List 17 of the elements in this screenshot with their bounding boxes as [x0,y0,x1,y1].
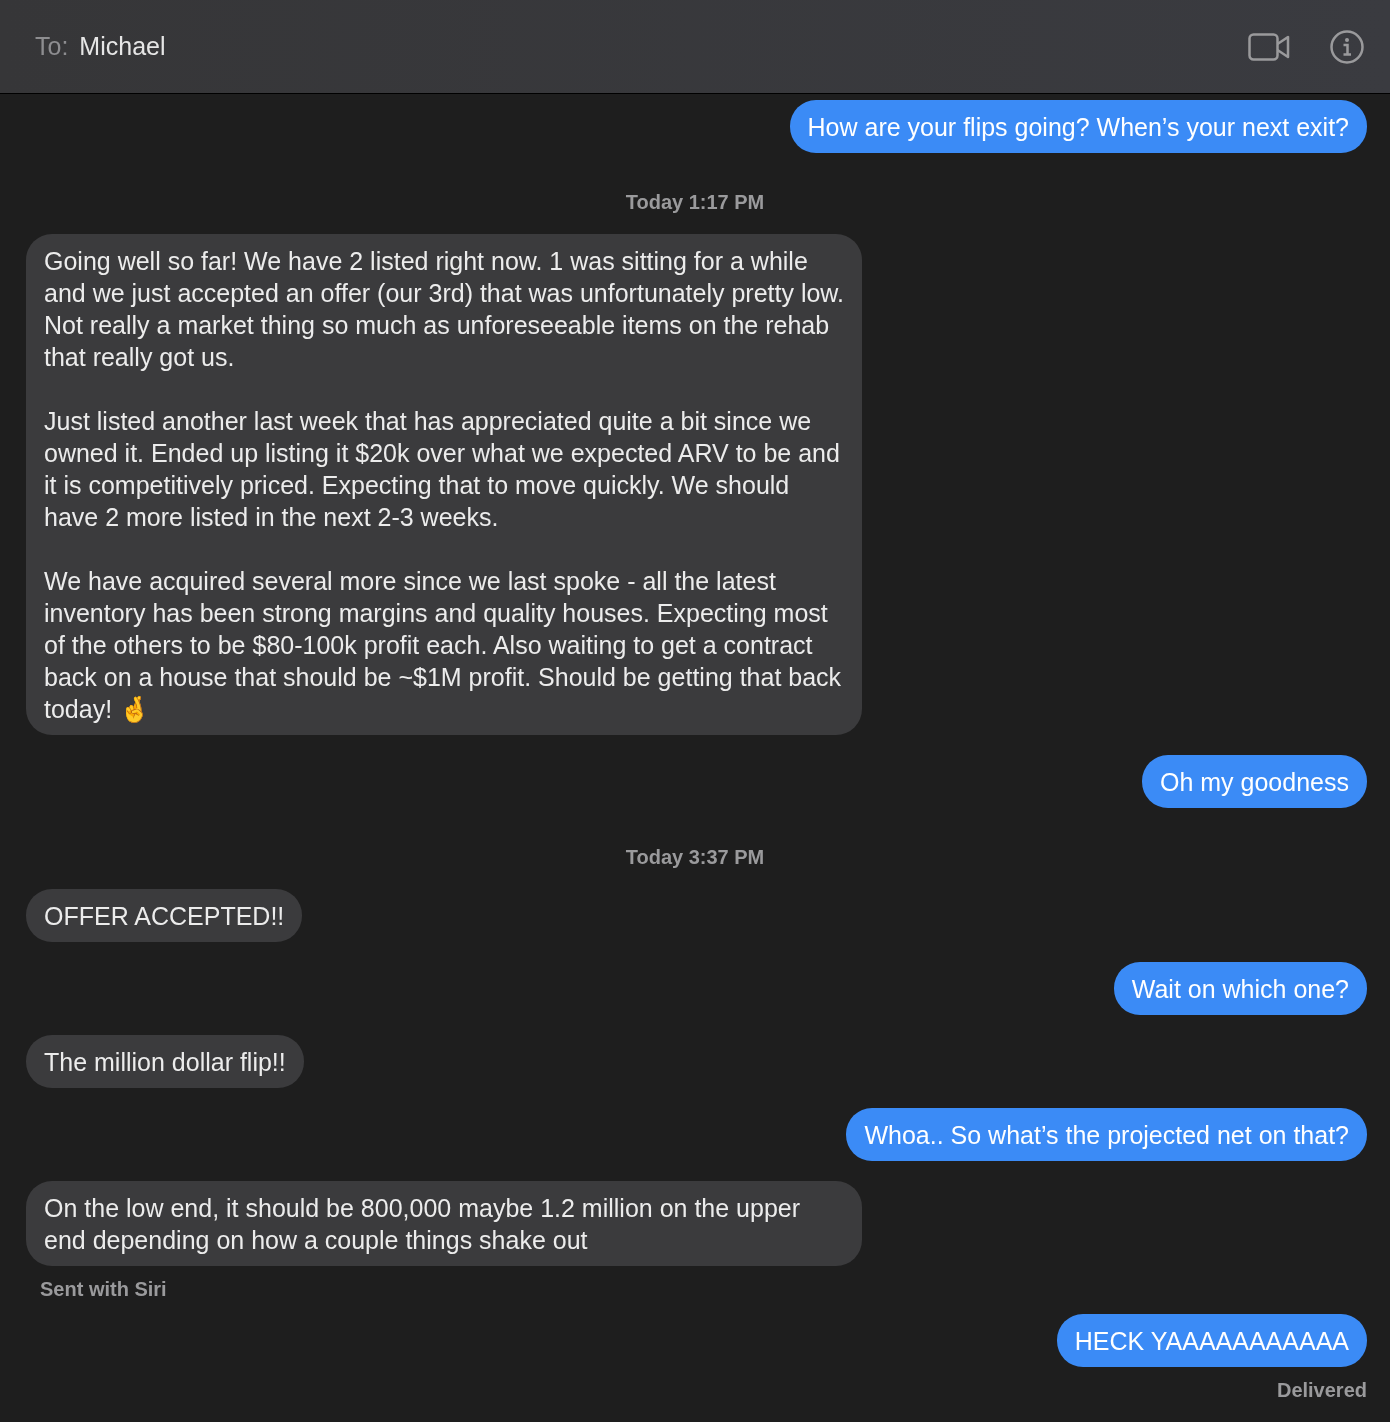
message-bubble: OFFER ACCEPTED!! [26,889,303,942]
message-bubble: HECK YAAAAAAAAAAA [1056,1314,1367,1367]
message-bubble: Wait on which one? [1113,962,1367,1015]
recipient-name: Michael [79,32,166,61]
video-camera-icon[interactable] [1248,31,1290,62]
message-bubble: Oh my goodness [1142,755,1367,808]
info-icon[interactable] [1330,29,1364,64]
message-bubble: Going well so far! We have 2 listed right now. 1 was sitting for a while and we just accepted an offer (our 3rd) that was unfortunately pretty low. Not really a market thing so much as unforeseeable items on the rehab that really got us. Just listed another last week that has appreciated quite a bit since we owned it. Ended up listing it $20k over what we expected ARV to be and it is competitively priced. Expecting that to move quickly. We should have 2 more listed in the next 2-3 weeks. We have acquired several more since we last spoke - all the latest inventory has been strong margins and quality houses. Expecting most of the others to be $80-100k profit each. Also waiting to get a contract back on a house that should be ~$1M profit. Should be getting that back today! 🤞 [26,234,862,735]
status-text: Sent with Siri [40,1277,167,1301]
timestamp: Today 1:17 PM [625,190,765,214]
message-bubble: How are your flips going? When’s your next exit? [789,100,1367,153]
message-bubble: On the low end, it should be 800,000 maybe 1.2 million on the upper end depending on how a couple things shake out [26,1181,862,1266]
message-bubble: The million dollar flip!! [26,1035,304,1088]
timestamp: Today 3:37 PM [625,845,765,869]
message-bubble: Whoa.. So what’s the projected net on that? [846,1108,1367,1161]
status-text: Delivered [1276,1378,1367,1402]
to-label: To: [35,32,69,61]
